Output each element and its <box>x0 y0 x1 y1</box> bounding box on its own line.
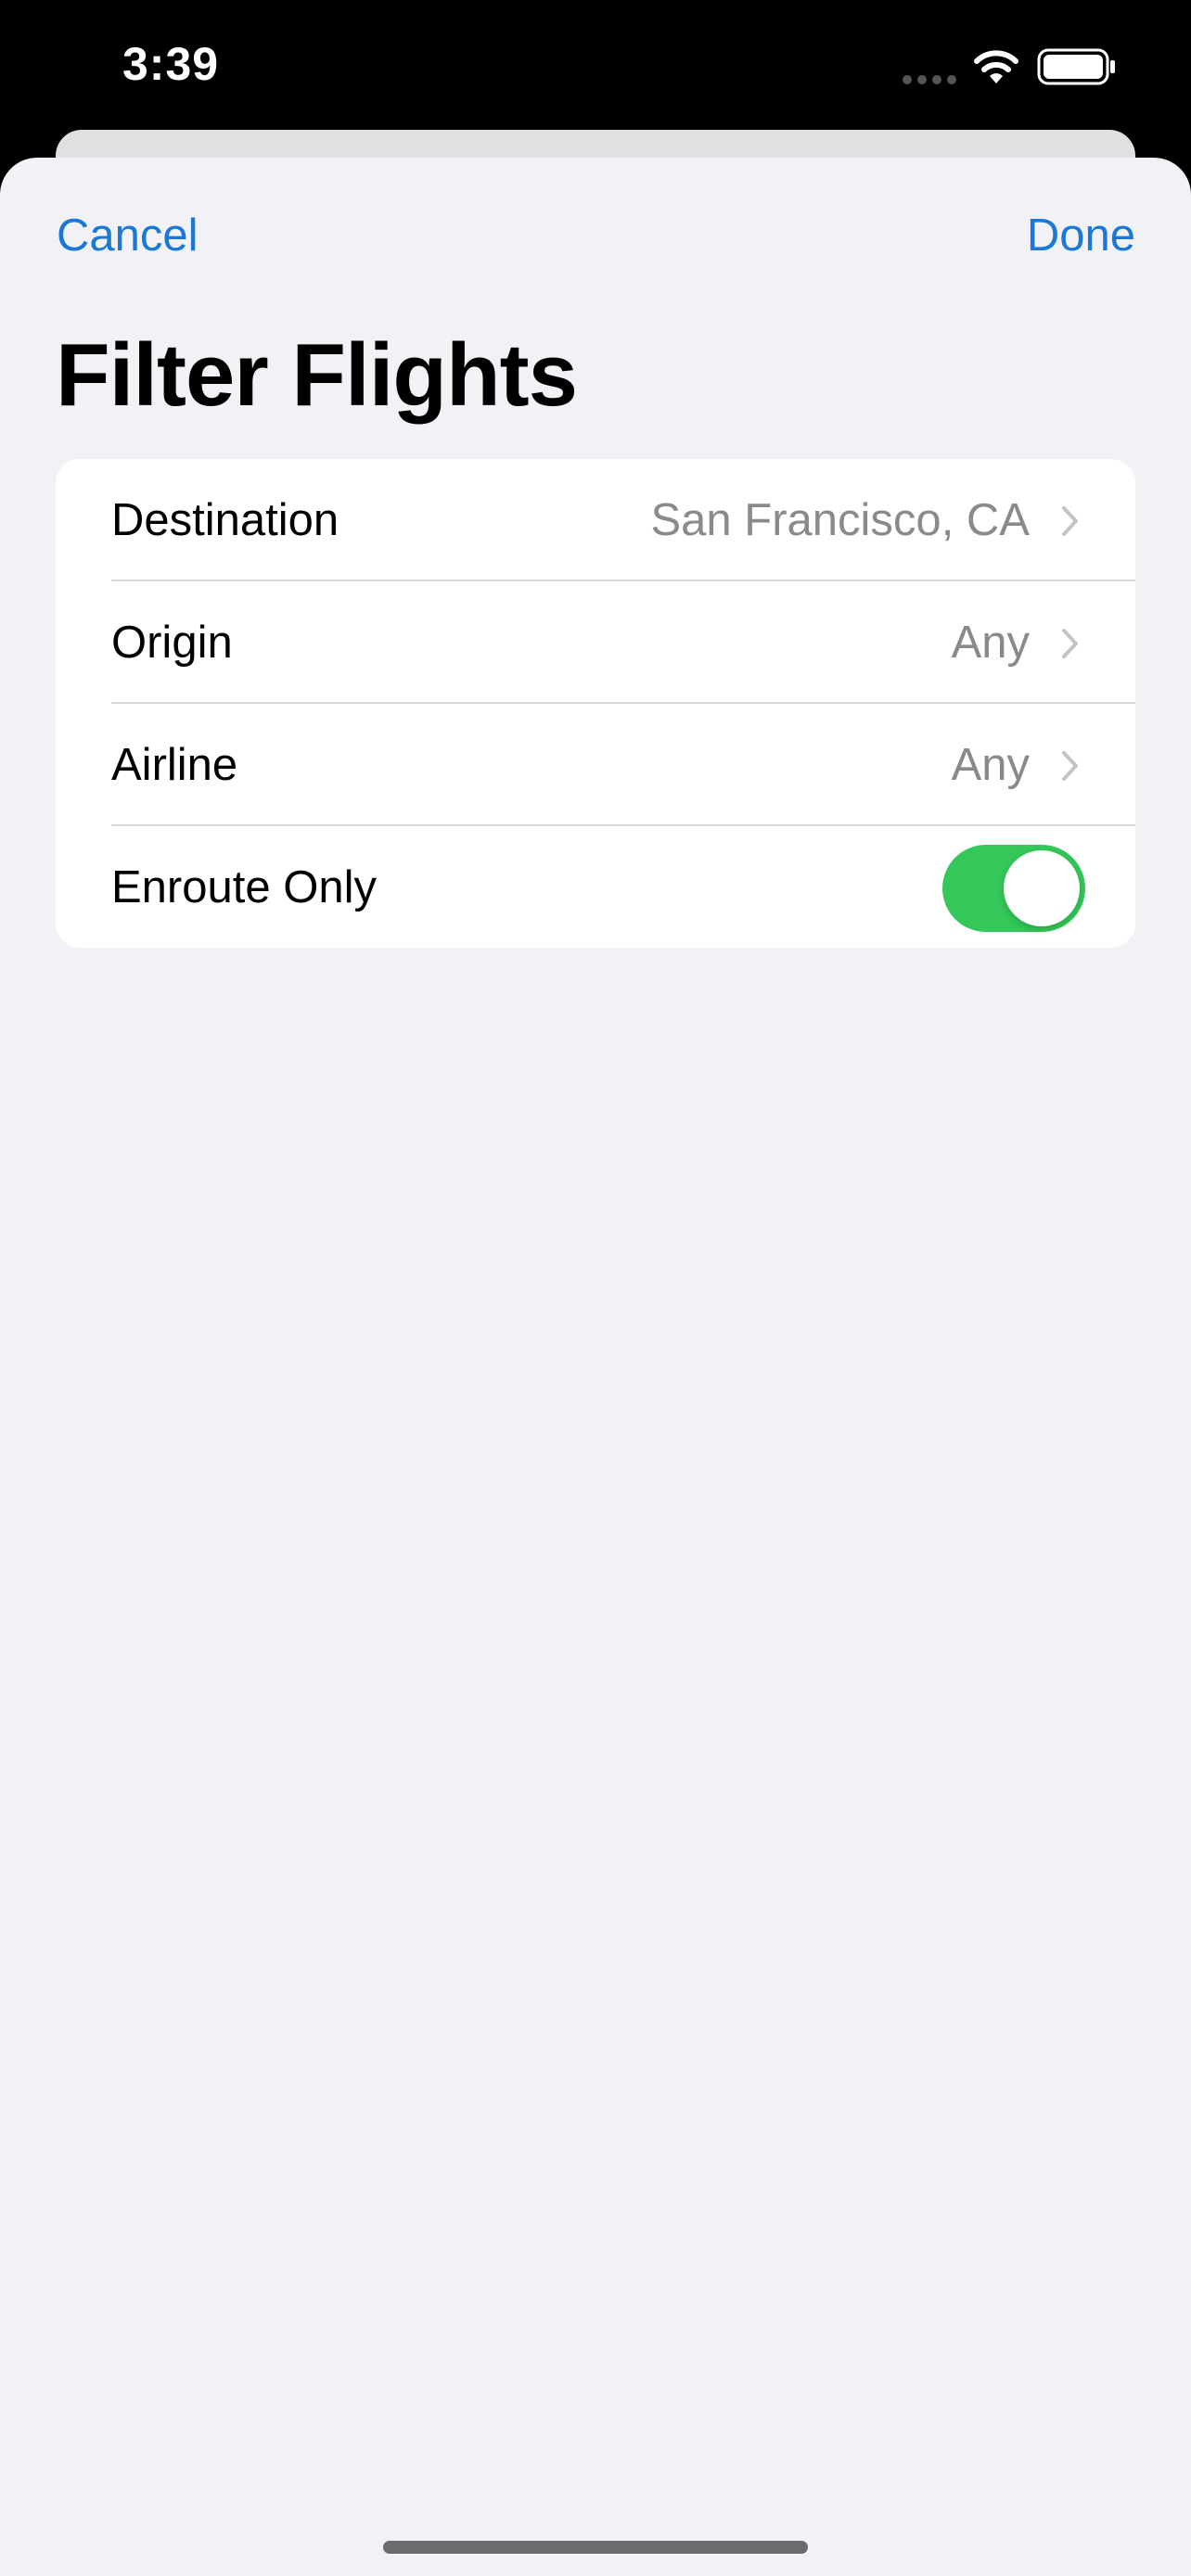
filter-row-origin[interactable]: Origin Any <box>56 581 1135 704</box>
status-bar: 3:39 <box>0 0 1191 132</box>
chevron-right-icon <box>1062 506 1078 536</box>
row-label: Destination <box>111 495 339 545</box>
battery-icon <box>1037 48 1115 85</box>
row-label: Airline <box>111 740 238 790</box>
status-time: 3:39 <box>122 38 220 90</box>
cancel-button[interactable]: Cancel <box>57 210 198 261</box>
filter-list: Destination San Francisco, CA Origin Any… <box>56 459 1135 948</box>
home-indicator <box>383 2541 808 2554</box>
filter-sheet: Cancel Done Filter Flights Destination S… <box>0 158 1191 2576</box>
signal-dots-icon <box>903 75 956 84</box>
row-value: Any <box>951 740 1030 790</box>
page-title: Filter Flights <box>56 325 578 425</box>
filter-row-enroute-only: Enroute Only <box>56 826 1135 948</box>
filter-row-destination[interactable]: Destination San Francisco, CA <box>56 459 1135 581</box>
enroute-only-toggle[interactable] <box>942 845 1085 932</box>
row-label: Origin <box>111 618 233 668</box>
toggle-knob <box>1004 850 1080 926</box>
row-label: Enroute Only <box>111 862 377 912</box>
done-button[interactable]: Done <box>1027 210 1135 261</box>
chevron-right-icon <box>1062 629 1078 658</box>
chevron-right-icon <box>1062 751 1078 781</box>
wifi-icon <box>974 50 1018 83</box>
row-value: Any <box>951 618 1030 668</box>
filter-row-airline[interactable]: Airline Any <box>56 704 1135 826</box>
row-value: San Francisco, CA <box>650 495 1031 545</box>
